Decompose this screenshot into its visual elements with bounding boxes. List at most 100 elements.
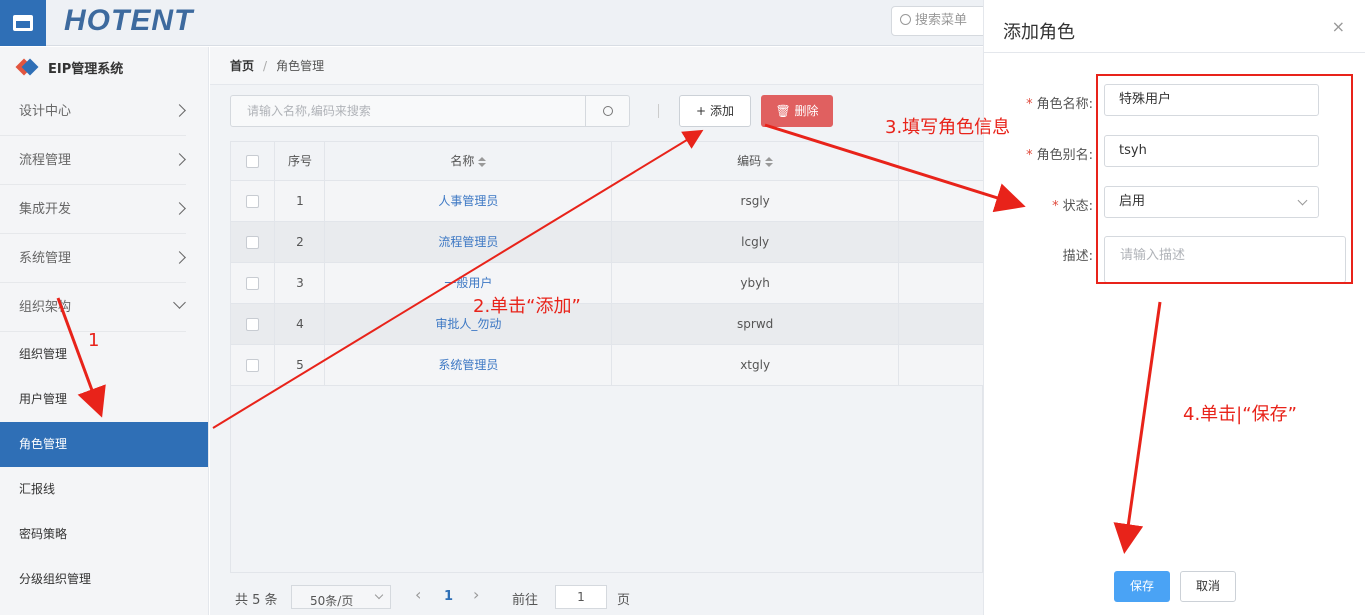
add-button[interactable]: + 添加 bbox=[679, 95, 751, 127]
table-row: 3 一般用户 ybyh bbox=[231, 262, 984, 304]
brand-title: EIP管理系统 bbox=[48, 61, 124, 77]
row-name-link[interactable]: 系统管理员 bbox=[438, 358, 498, 372]
status-select[interactable]: 启用 bbox=[1104, 186, 1319, 218]
sidebar-item-report-line[interactable]: 汇报线 bbox=[0, 467, 208, 512]
section-label: 设计中心 bbox=[19, 104, 72, 119]
role-alias-input[interactable]: tsyh bbox=[1104, 135, 1319, 167]
cancel-button[interactable]: 取消 bbox=[1180, 571, 1236, 602]
role-name-label: * 角色名称: bbox=[1026, 93, 1093, 112]
section-label: 集成开发 bbox=[19, 202, 72, 217]
row-code: ybyh bbox=[611, 262, 900, 304]
sidebar-section-system[interactable]: 系统管理 bbox=[0, 234, 186, 283]
header-name-label: 名称 bbox=[450, 154, 475, 169]
sidebar-section-integration[interactable]: 集成开发 bbox=[0, 185, 186, 234]
header-code[interactable]: 编码 bbox=[611, 142, 900, 181]
toolbar-divider bbox=[658, 104, 659, 118]
row-select-cell bbox=[231, 344, 276, 386]
select-all-checkbox[interactable] bbox=[246, 154, 260, 168]
role-alias-label: * 角色别名: bbox=[1026, 144, 1093, 163]
goto-page-input[interactable]: 1 bbox=[555, 585, 607, 609]
sidebar-item-graded-org[interactable]: 分级组织管理 bbox=[0, 557, 208, 602]
goto-prefix: 前往 bbox=[512, 593, 539, 608]
sort-icon[interactable] bbox=[478, 156, 487, 167]
sidebar-item-user-manage[interactable]: 用户管理 bbox=[0, 377, 208, 422]
role-search-input[interactable] bbox=[231, 96, 586, 126]
plus-icon: + bbox=[696, 104, 707, 118]
sidebar-section-flow[interactable]: 流程管理 bbox=[0, 136, 186, 185]
search-icon bbox=[900, 14, 911, 25]
breadcrumb: 首页 / 角色管理 bbox=[210, 47, 983, 85]
menu-toggle-button[interactable] bbox=[0, 0, 46, 46]
delete-button-label: 删除 bbox=[794, 104, 819, 118]
select-all-cell bbox=[231, 142, 276, 181]
breadcrumb-current: 角色管理 bbox=[276, 59, 325, 73]
row-code: xtgly bbox=[611, 344, 900, 386]
row-index: 5 bbox=[274, 344, 326, 386]
breadcrumb-home[interactable]: 首页 bbox=[230, 59, 254, 73]
role-table: 序号 名称 编码 1 人事管理员 rsgly 2 流程管理员 lcgly 3 一… bbox=[230, 141, 984, 573]
row-extra bbox=[898, 262, 984, 304]
pager-total: 共 5 条 bbox=[235, 593, 278, 608]
row-checkbox[interactable] bbox=[246, 358, 260, 372]
header-index: 序号 bbox=[274, 142, 326, 181]
sidebar-brand: EIP管理系统 bbox=[0, 47, 208, 87]
row-code: lcgly bbox=[611, 221, 900, 263]
row-index: 1 bbox=[274, 180, 326, 222]
row-name-cell: 系统管理员 bbox=[324, 344, 613, 386]
section-label: 系统管理 bbox=[19, 251, 72, 266]
description-textarea[interactable]: 请输入描述 bbox=[1104, 236, 1346, 283]
sidebar-item-password-policy[interactable]: 密码策略 bbox=[0, 512, 208, 557]
table-header-row: 序号 名称 编码 bbox=[231, 142, 984, 181]
row-select-cell bbox=[231, 221, 276, 263]
table-row: 2 流程管理员 lcgly bbox=[231, 221, 984, 263]
row-checkbox[interactable] bbox=[246, 235, 260, 249]
role-name-input[interactable]: 特殊用户 bbox=[1104, 84, 1319, 116]
search-button[interactable] bbox=[585, 96, 629, 126]
table-row: 1 人事管理员 rsgly bbox=[231, 180, 984, 222]
required-mark: * bbox=[1026, 97, 1033, 112]
chevron-down-icon bbox=[173, 296, 186, 309]
delete-button[interactable]: 🗑 删除 bbox=[761, 95, 833, 127]
save-button[interactable]: 保存 bbox=[1114, 571, 1170, 602]
current-page[interactable]: 1 bbox=[444, 589, 453, 604]
required-mark: * bbox=[1052, 199, 1059, 214]
close-icon[interactable]: × bbox=[1332, 17, 1345, 36]
sort-icon[interactable] bbox=[765, 156, 774, 167]
required-mark: * bbox=[1026, 148, 1033, 163]
annotation-step-2: 2.单击“添加” bbox=[473, 296, 581, 317]
row-select-cell bbox=[231, 180, 276, 222]
table-row: 5 系统管理员 xtgly bbox=[231, 344, 984, 386]
header-name[interactable]: 名称 bbox=[324, 142, 613, 181]
row-name-link[interactable]: 流程管理员 bbox=[438, 235, 498, 249]
row-code: sprwd bbox=[611, 303, 900, 345]
row-name-link[interactable]: 人事管理员 bbox=[438, 194, 498, 208]
chevron-right-icon bbox=[173, 104, 186, 117]
row-name-cell: 流程管理员 bbox=[324, 221, 613, 263]
row-name-link[interactable]: 审批人_勿动 bbox=[435, 317, 501, 331]
row-checkbox[interactable] bbox=[246, 194, 260, 208]
pagination: 共 5 条 50条/页 ‹ 1 › 前往 1 页 bbox=[235, 585, 995, 611]
row-index: 2 bbox=[274, 221, 326, 263]
row-checkbox[interactable] bbox=[246, 276, 260, 290]
row-index: 4 bbox=[274, 303, 326, 345]
next-page-button[interactable]: › bbox=[473, 585, 479, 604]
status-value: 启用 bbox=[1119, 194, 1146, 209]
add-button-label: 添加 bbox=[709, 104, 734, 118]
sidebar-section-design[interactable]: 设计中心 bbox=[0, 87, 186, 136]
row-extra bbox=[898, 303, 984, 345]
row-checkbox[interactable] bbox=[246, 317, 260, 331]
main-content: 首页 / 角色管理 + 添加 🗑 删除 序号 名称 编码 bbox=[210, 47, 984, 615]
row-extra bbox=[898, 344, 984, 386]
table-row: 4 审批人_勿动 sprwd bbox=[231, 303, 984, 345]
prev-page-button[interactable]: ‹ bbox=[415, 585, 421, 604]
sidebar-item-org-manage[interactable]: 组织管理 bbox=[0, 332, 208, 377]
description-label: 描述: bbox=[1062, 249, 1093, 264]
chevron-right-icon bbox=[173, 251, 186, 264]
row-name-link[interactable]: 一般用户 bbox=[444, 276, 492, 290]
sidebar-item-role-manage[interactable]: 角色管理 bbox=[0, 422, 208, 467]
row-code: rsgly bbox=[611, 180, 900, 222]
role-search-box bbox=[230, 95, 630, 127]
page-size-select[interactable]: 50条/页 bbox=[291, 585, 391, 609]
sidebar-section-org[interactable]: 组织架构 bbox=[0, 283, 186, 332]
status-label: * 状态: bbox=[1052, 195, 1093, 214]
